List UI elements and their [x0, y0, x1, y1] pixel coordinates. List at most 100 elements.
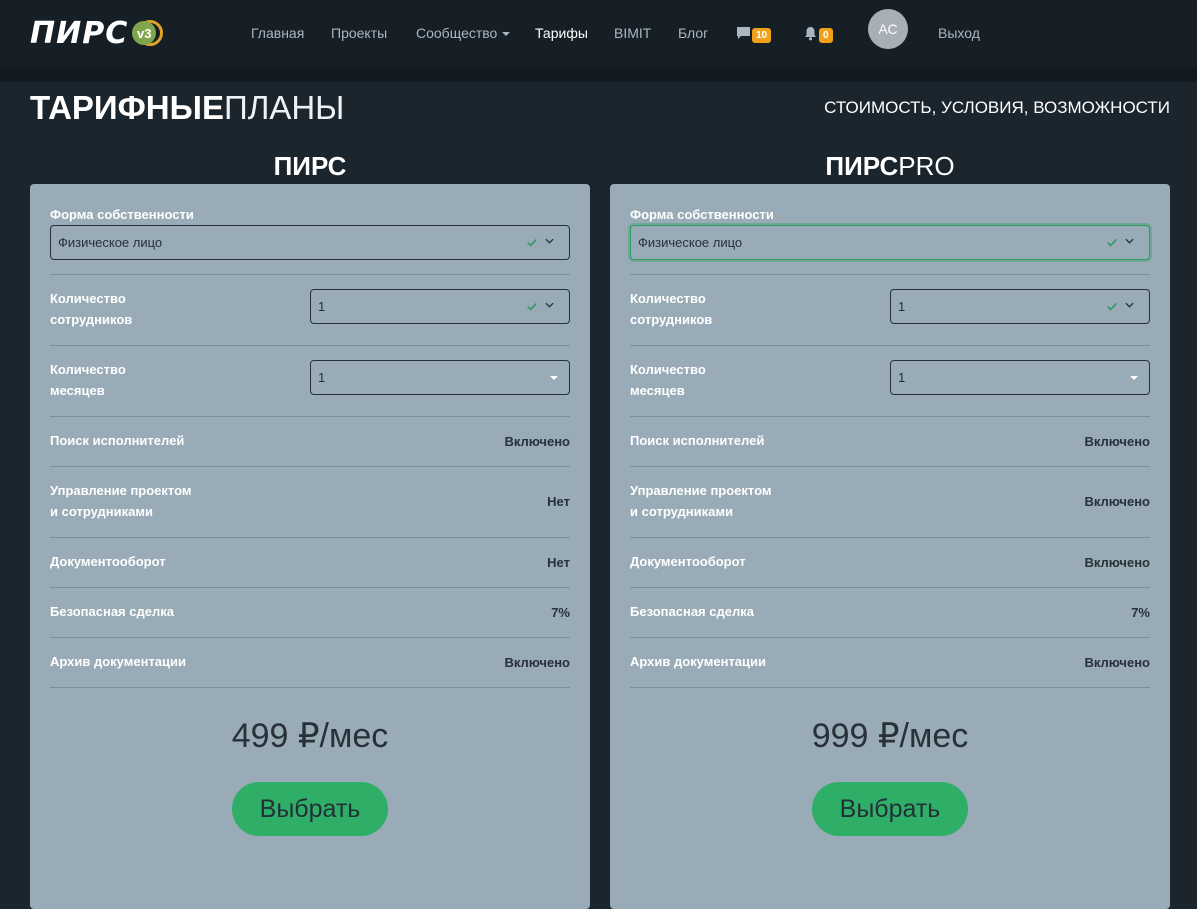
messages-button[interactable]: 10	[736, 22, 772, 44]
feature-label: Документооборот	[50, 554, 166, 569]
feature-label: Безопасная сделка	[630, 604, 754, 619]
feature-label: Безопасная сделка	[50, 604, 174, 619]
employees-label: Количество сотрудников	[630, 288, 712, 330]
nav-link-bimit[interactable]: BIMIT	[614, 25, 651, 41]
nav-link-blog[interactable]: Блог	[678, 25, 708, 41]
months-label-line2: месяцев	[50, 383, 105, 398]
months-label-line1: Количество	[50, 362, 126, 377]
feature-value: 7%	[1131, 605, 1150, 620]
feature-label: Поиск исполнителей	[50, 433, 185, 448]
plan-card-basic: Форма собственности Физическое лицо Коли…	[30, 184, 590, 909]
chat-icon	[737, 26, 750, 39]
chevron-down-icon	[1125, 238, 1134, 244]
navbar-shadow-band	[0, 67, 1197, 82]
site-logo[interactable]: ПИРС v3	[30, 15, 164, 51]
feature-value: Включено	[1084, 494, 1151, 509]
logo-text: ПИРС	[30, 15, 129, 51]
divider	[630, 416, 1150, 417]
chevron-down-icon	[1125, 302, 1134, 308]
feature-value: Нет	[547, 555, 570, 570]
feature-value: Включено	[1084, 434, 1151, 449]
dropdown-caret-icon	[1130, 376, 1138, 380]
divider	[50, 637, 570, 638]
nav-link-projects[interactable]: Проекты	[331, 25, 387, 41]
choose-plan-button[interactable]: Выбрать	[812, 782, 968, 836]
page-title: ТАРИФНЫЕПЛАНЫ	[30, 88, 344, 128]
feature-value: Нет	[547, 494, 570, 509]
messages-count-badge: 10	[752, 27, 772, 43]
feature-value: Включено	[1084, 655, 1151, 670]
page-title-light: ПЛАНЫ	[223, 89, 345, 126]
employees-label: Количество сотрудников	[50, 288, 132, 330]
employees-label-line2: сотрудников	[630, 312, 713, 327]
employees-select[interactable]: 1	[310, 289, 570, 324]
divider	[50, 687, 570, 688]
feature-label: Поиск исполнителей	[630, 433, 765, 448]
feature-label: Управление проектом и сотрудниками	[630, 480, 772, 522]
ownership-label: Форма собственности	[630, 207, 774, 222]
page-subtitle: СТОИМОСТЬ, УСЛОВИЯ, ВОЗМОЖНОСТИ	[824, 98, 1170, 117]
months-select[interactable]: 1	[890, 360, 1150, 395]
months-select[interactable]: 1	[310, 360, 570, 395]
nav-link-community[interactable]: Сообщество	[416, 25, 511, 41]
feature-label: Архив документации	[50, 654, 187, 669]
nav-link-home[interactable]: Главная	[251, 25, 304, 41]
divider	[50, 587, 570, 588]
feature-label-line1: Управление проектом	[50, 483, 192, 498]
months-select-value: 1	[318, 370, 326, 385]
plan-name-bold: ПИРС	[825, 151, 899, 181]
months-select-value: 1	[898, 370, 906, 385]
months-label: Количество месяцев	[630, 359, 706, 401]
months-label-line2: месяцев	[630, 383, 685, 398]
divider	[50, 416, 570, 417]
dropdown-caret-icon	[550, 376, 558, 380]
feature-label-line1: Управление проектом	[630, 483, 772, 498]
divider	[630, 466, 1150, 467]
plan-heading-pro: ПИРСPRO	[610, 151, 1170, 181]
valid-check-icon	[527, 302, 537, 311]
divider	[50, 274, 570, 275]
employees-select-value: 1	[318, 299, 326, 314]
bell-icon	[805, 26, 816, 40]
employees-select[interactable]: 1	[890, 289, 1150, 324]
feature-label-line2: и сотрудниками	[50, 504, 153, 519]
plan-card-pro: Форма собственности Физическое лицо Коли…	[610, 184, 1170, 909]
user-avatar[interactable]: АС	[868, 9, 908, 49]
logout-link[interactable]: Выход	[938, 25, 980, 41]
employees-label-line1: Количество	[630, 291, 706, 306]
notifications-count-badge: 0	[819, 27, 833, 43]
divider	[630, 687, 1150, 688]
months-label: Количество месяцев	[50, 359, 126, 401]
plan-price: 499 ₽/мес	[231, 717, 389, 755]
choose-plan-button[interactable]: Выбрать	[232, 782, 388, 836]
divider	[630, 537, 1150, 538]
ownership-select[interactable]: Физическое лицо	[630, 225, 1150, 260]
ownership-select-value: Физическое лицо	[638, 235, 743, 250]
nav-link-tariffs[interactable]: Тарифы	[535, 25, 588, 41]
feature-label: Архив документации	[630, 654, 767, 669]
employees-label-line1: Количество	[50, 291, 126, 306]
nav-link-community-label: Сообщество	[416, 25, 498, 41]
months-label-line1: Количество	[630, 362, 706, 377]
divider	[630, 274, 1150, 275]
notifications-button[interactable]: 0	[803, 22, 833, 44]
top-navbar: ПИРС v3 Главная Проекты Сообщество Тариф…	[0, 0, 1197, 67]
plan-heading-basic: ПИРС	[30, 151, 590, 181]
divider	[630, 345, 1150, 346]
ownership-select[interactable]: Физическое лицо	[50, 225, 570, 260]
feature-label: Документооборот	[630, 554, 746, 569]
valid-check-icon	[1107, 302, 1117, 311]
valid-check-icon	[527, 238, 537, 247]
chevron-down-icon	[502, 32, 511, 37]
feature-label: Управление проектом и сотрудниками	[50, 480, 192, 522]
feature-value: Включено	[504, 434, 571, 449]
divider	[50, 345, 570, 346]
plan-name-bold: ПИРС	[273, 151, 347, 181]
divider	[50, 466, 570, 467]
feature-value: Включено	[1084, 555, 1151, 570]
valid-check-icon	[1107, 238, 1117, 247]
logo-version-badge: v3	[132, 19, 164, 47]
employees-label-line2: сотрудников	[50, 312, 133, 327]
divider	[630, 637, 1150, 638]
ownership-select-value: Физическое лицо	[58, 235, 163, 250]
